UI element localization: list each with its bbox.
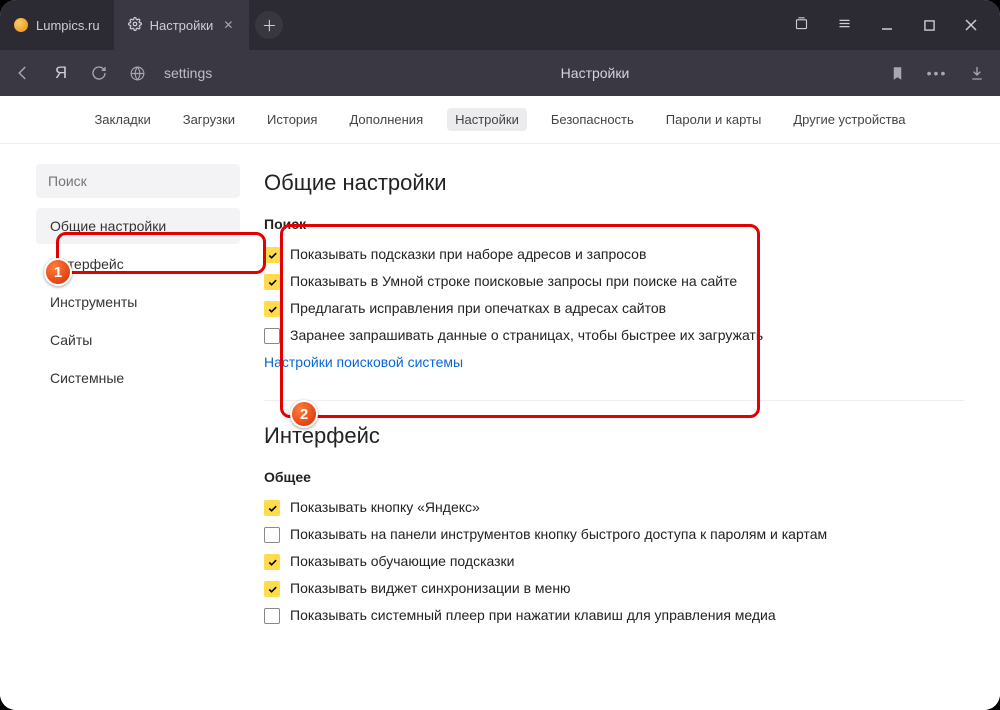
nav-passwords[interactable]: Пароли и карты	[658, 108, 770, 131]
more-icon[interactable]: •••	[926, 62, 948, 84]
download-icon[interactable]	[966, 62, 988, 84]
checkbox-option[interactable]: Заранее запрашивать данные о страницах, …	[264, 327, 964, 344]
nav-history[interactable]: История	[259, 108, 325, 131]
annotation-badge: 2	[290, 400, 318, 428]
side-item-sites[interactable]: Сайты	[36, 322, 240, 358]
page-heading: Общие настройки	[264, 170, 964, 196]
settings-nav: Закладки Загрузки История Дополнения Нас…	[0, 96, 1000, 144]
checkbox-label: Показывать системный плеер при нажатии к…	[290, 607, 776, 623]
globe-icon[interactable]	[126, 62, 148, 84]
checkbox-label: Показывать в Умной строке поисковые запр…	[290, 273, 737, 289]
checkbox-label: Заранее запрашивать данные о страницах, …	[290, 327, 763, 343]
minimize-icon[interactable]	[880, 18, 894, 32]
content-area: Закладки Загрузки История Дополнения Нас…	[0, 96, 1000, 710]
checkbox-option[interactable]: Показывать обучающие подсказки	[264, 553, 964, 570]
settings-sidebar: Общие настройки Интерфейс Инструменты Са…	[36, 164, 240, 710]
nav-devices[interactable]: Другие устройства	[785, 108, 913, 131]
new-tab-button[interactable]: ＋	[255, 11, 283, 39]
nav-security[interactable]: Безопасность	[543, 108, 642, 131]
bookmark-icon[interactable]	[886, 62, 908, 84]
url-field[interactable]: settings	[164, 65, 304, 81]
maximize-icon[interactable]	[922, 18, 936, 32]
checkbox-unchecked-icon	[264, 608, 280, 624]
collections-icon[interactable]	[794, 16, 809, 34]
page-title: Настройки	[320, 65, 870, 81]
tab-settings[interactable]: Настройки ✕	[114, 0, 250, 50]
checkbox-label: Показывать виджет синхронизации в меню	[290, 580, 571, 596]
section-title: Общее	[264, 469, 964, 485]
checkbox-option[interactable]: Показывать подсказки при наборе адресов …	[264, 246, 964, 263]
menu-icon[interactable]	[837, 16, 852, 34]
checkbox-checked-icon	[264, 500, 280, 516]
checkbox-label: Показывать кнопку «Яндекс»	[290, 499, 480, 515]
reload-icon[interactable]	[88, 62, 110, 84]
section-title: Поиск	[264, 216, 964, 232]
checkbox-checked-icon	[264, 554, 280, 570]
checkbox-checked-icon	[264, 247, 280, 263]
sidebar-search-input[interactable]	[36, 164, 240, 198]
nav-downloads[interactable]: Загрузки	[175, 108, 243, 131]
checkbox-checked-icon	[264, 301, 280, 317]
checkbox-checked-icon	[264, 581, 280, 597]
window-close-icon[interactable]	[964, 18, 978, 32]
checkbox-label: Показывать подсказки при наборе адресов …	[290, 246, 646, 262]
checkbox-unchecked-icon	[264, 527, 280, 543]
browser-window: Lumpics.ru Настройки ✕ ＋ Я settings Наст…	[0, 0, 1000, 710]
checkbox-option[interactable]: Показывать виджет синхронизации в меню	[264, 580, 964, 597]
annotation-badge: 1	[44, 258, 72, 286]
checkbox-checked-icon	[264, 274, 280, 290]
checkbox-option[interactable]: Показывать системный плеер при нажатии к…	[264, 607, 964, 624]
checkbox-label: Показывать обучающие подсказки	[290, 553, 515, 569]
side-item-system[interactable]: Системные	[36, 360, 240, 396]
checkbox-option[interactable]: Показывать на панели инструментов кнопку…	[264, 526, 964, 543]
close-icon[interactable]: ✕	[221, 16, 235, 34]
checkbox-option[interactable]: Показывать в Умной строке поисковые запр…	[264, 273, 964, 290]
tab-label: Lumpics.ru	[36, 18, 100, 33]
gear-icon	[128, 17, 142, 34]
settings-main: Общие настройки Поиск Показывать подсказ…	[264, 164, 976, 710]
checkbox-label: Предлагать исправления при опечатках в а…	[290, 300, 666, 316]
checkbox-option[interactable]: Предлагать исправления при опечатках в а…	[264, 300, 964, 317]
side-item-tools[interactable]: Инструменты	[36, 284, 240, 320]
search-engine-link[interactable]: Настройки поисковой системы	[264, 354, 964, 370]
nav-settings[interactable]: Настройки	[447, 108, 527, 131]
back-icon[interactable]	[12, 62, 34, 84]
interface-heading: Интерфейс	[264, 423, 964, 449]
window-controls	[772, 0, 1000, 50]
general-section: Общее Показывать кнопку «Яндекс» Показыва…	[264, 469, 964, 624]
tab-label: Настройки	[150, 18, 214, 33]
checkbox-label: Показывать на панели инструментов кнопку…	[290, 526, 827, 542]
yandex-icon[interactable]: Я	[50, 62, 72, 84]
side-item-general[interactable]: Общие настройки	[36, 208, 240, 244]
tab-lumpics[interactable]: Lumpics.ru	[0, 0, 114, 50]
checkbox-unchecked-icon	[264, 328, 280, 344]
address-bar: Я settings Настройки •••	[0, 50, 1000, 96]
nav-bookmarks[interactable]: Закладки	[86, 108, 158, 131]
search-section: Поиск Показывать подсказки при наборе ад…	[264, 216, 964, 370]
favicon-icon	[14, 18, 28, 32]
checkbox-option[interactable]: Показывать кнопку «Яндекс»	[264, 499, 964, 516]
title-bar: Lumpics.ru Настройки ✕ ＋	[0, 0, 1000, 50]
separator	[264, 400, 964, 401]
nav-addons[interactable]: Дополнения	[341, 108, 431, 131]
